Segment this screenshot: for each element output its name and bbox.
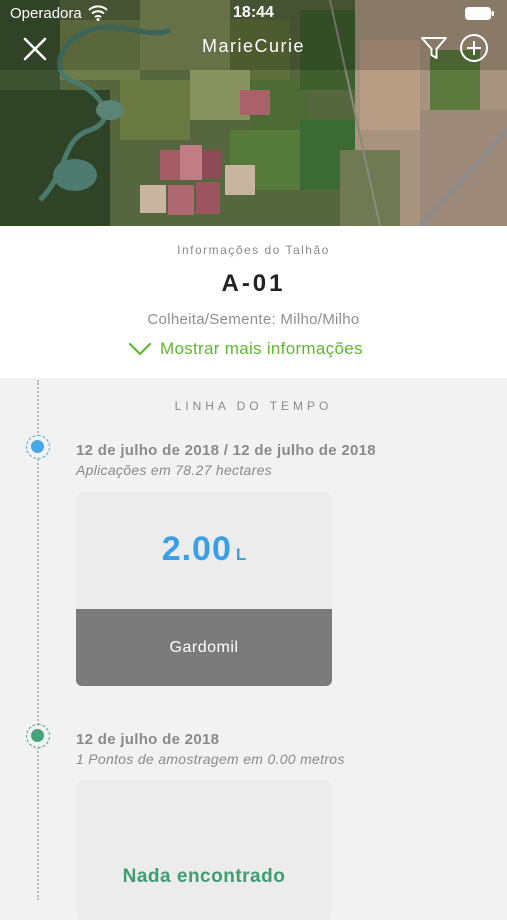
status-time: 18:44 — [233, 4, 274, 21]
battery-icon — [465, 7, 495, 24]
timeline-dot-application — [26, 435, 50, 459]
harvest-info: Colheita/Semente: Milho/Milho — [147, 311, 360, 328]
add-circle-icon — [460, 34, 488, 62]
satellite-map-header: Operadora 18:44 MarieCurie — [0, 0, 507, 226]
application-amount: 2.00 L — [76, 530, 332, 569]
filter-button[interactable] — [419, 33, 449, 63]
section-label: Informações do Talhão — [177, 243, 330, 257]
plot-info-panel: Informações do Talhão A-01 Colheita/Seme… — [0, 226, 507, 378]
empty-result-label: Nada encontrado — [122, 866, 286, 887]
product-name: Gardomil — [76, 609, 332, 686]
event-date: 12 de julho de 2018 / 12 de julho de 201… — [76, 442, 376, 459]
show-more-info-label: Mostrar mais informações — [160, 339, 363, 358]
event-date: 12 de julho de 2018 — [76, 731, 220, 748]
timeline-dot-sampling — [26, 724, 50, 748]
status-bar: Operadora 18:44 — [0, 0, 507, 26]
chevron-down-icon — [128, 342, 152, 356]
event-subtitle: Aplicações em 78.27 hectares — [76, 462, 272, 478]
plot-name: A-01 — [221, 270, 286, 297]
application-card[interactable]: 2.00 L Gardomil — [76, 492, 332, 686]
timeline-title: LINHA DO TEMPO — [174, 399, 333, 413]
amount-value: 2.00 — [161, 530, 232, 568]
event-subtitle: 1 Pontos de amostragem em 0.00 metros — [76, 751, 345, 767]
sampling-card[interactable]: Nada encontrado — [76, 780, 332, 920]
filter-icon — [421, 37, 447, 59]
navigation-bar: MarieCurie — [0, 28, 507, 68]
amount-unit: L — [235, 545, 247, 564]
add-button[interactable] — [458, 32, 490, 64]
